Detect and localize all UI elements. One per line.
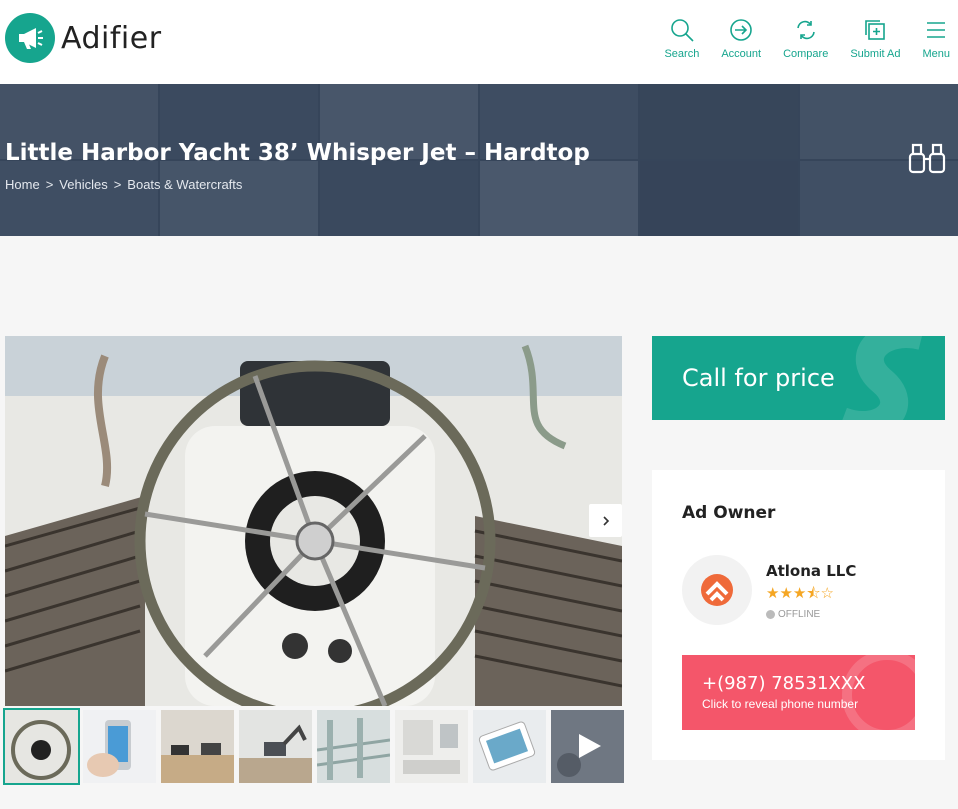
megaphone-icon	[5, 13, 55, 63]
compare-icon	[796, 20, 815, 40]
price-box: Call for price	[652, 336, 945, 420]
nav-menu-label: Menu	[922, 48, 950, 60]
thumbnail-glass-railing[interactable]	[317, 710, 390, 783]
status-badge: OFFLINE	[766, 609, 820, 620]
menu-icon	[927, 22, 946, 38]
breadcrumb: Home > Vehicles > Boats & Watercrafts	[5, 177, 248, 192]
site-logo[interactable]: Adifier	[5, 13, 162, 63]
owner-logo-icon	[701, 574, 733, 606]
status-text: OFFLINE	[778, 609, 821, 620]
status-dot-icon	[766, 610, 775, 619]
nav-menu[interactable]: Menu	[922, 18, 950, 60]
binoculars-icon[interactable]	[908, 140, 946, 176]
thumbnail-yacht-wheel[interactable]	[3, 708, 80, 785]
thumbnail-interior[interactable]	[395, 710, 468, 783]
ad-owner-heading: Ad Owner	[682, 503, 776, 523]
top-navbar: Adifier Search Account Compare Submit Ad…	[0, 0, 958, 84]
chevron-right-icon	[602, 515, 609, 526]
reveal-phone-button[interactable]: +(987) 78531XXX Click to reveal phone nu…	[682, 655, 915, 730]
breadcrumb-separator: >	[113, 177, 122, 192]
breadcrumb-separator: >	[45, 177, 54, 192]
page-hero: Little Harbor Yacht 38’ Whisper Jet – Ha…	[0, 84, 958, 236]
thumbnail-excavator[interactable]	[239, 710, 312, 783]
avatar[interactable]	[682, 555, 752, 625]
thumbnail-tablet[interactable]	[473, 710, 546, 783]
nav-search[interactable]: Search	[664, 18, 699, 60]
login-icon	[730, 19, 753, 41]
rating-stars: ★★★⯪☆	[766, 585, 834, 602]
header-nav: Search Account Compare Submit Ad Menu	[642, 18, 950, 60]
thumbnail-desert-vehicles[interactable]	[161, 710, 234, 783]
nav-account[interactable]: Account	[721, 18, 761, 60]
breadcrumb-home[interactable]: Home	[5, 177, 40, 192]
price-label: Call for price	[682, 364, 835, 392]
search-icon	[671, 19, 694, 42]
gallery-next-button[interactable]	[589, 504, 622, 537]
submit-ad-icon	[865, 20, 886, 40]
nav-compare[interactable]: Compare	[783, 18, 828, 60]
nav-search-label: Search	[664, 48, 700, 60]
nav-account-label: Account	[721, 48, 762, 60]
owner-name[interactable]: Atlona LLC	[766, 562, 856, 580]
nav-compare-label: Compare	[783, 48, 829, 60]
ad-owner-card: Ad Owner Atlona LLC ★★★⯪☆ OFFLINE +(987)…	[652, 470, 945, 760]
nav-submit-ad[interactable]: Submit Ad	[850, 18, 900, 60]
gallery-thumbnails	[3, 708, 629, 785]
phone-hint: Click to reveal phone number	[702, 697, 859, 711]
main-gallery-image[interactable]	[5, 336, 622, 706]
nav-submit-ad-label: Submit Ad	[850, 48, 901, 60]
thumbnail-video[interactable]	[551, 710, 624, 783]
phone-number: +(987) 78531XXX	[702, 673, 866, 694]
page-title: Little Harbor Yacht 38’ Whisper Jet – Ha…	[5, 140, 590, 166]
thumbnail-smartphone[interactable]	[83, 710, 156, 783]
breadcrumb-vehicles[interactable]: Vehicles	[59, 177, 107, 192]
breadcrumb-boats[interactable]: Boats & Watercrafts	[127, 177, 242, 192]
logo-text: Adifier	[61, 20, 162, 56]
